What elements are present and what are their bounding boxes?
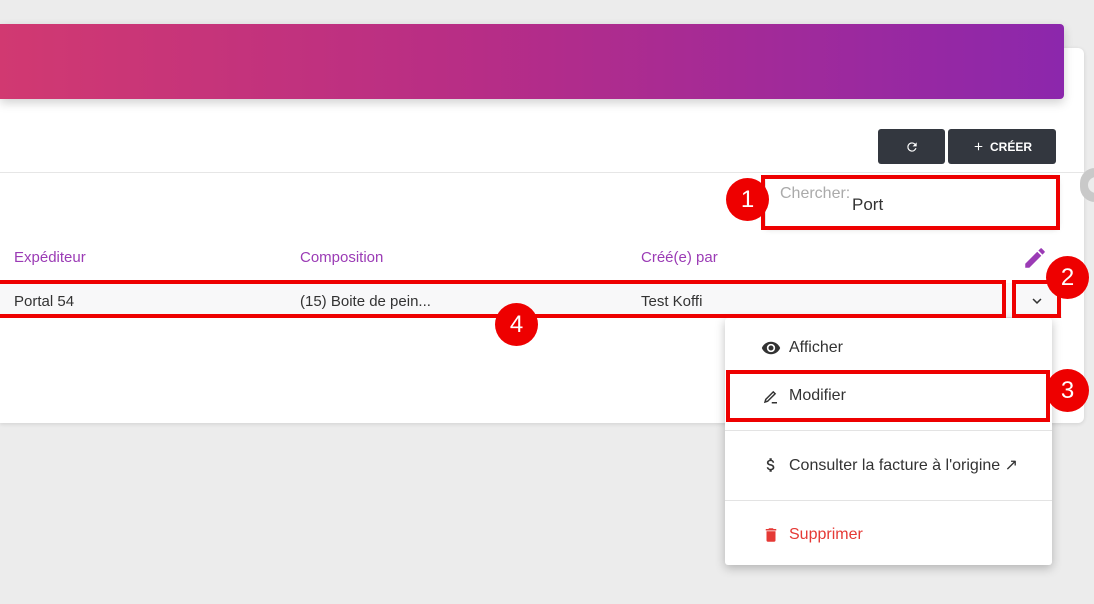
menu-item-modifier[interactable]: Modifier <box>725 372 1052 420</box>
search-label: Chercher: <box>780 185 851 202</box>
refresh-button[interactable] <box>878 129 945 164</box>
header-banner <box>0 24 1064 99</box>
dollar-icon <box>761 455 781 475</box>
column-header-composition[interactable]: Composition <box>300 249 383 266</box>
create-button-label: CRÉER <box>989 139 1032 154</box>
menu-item-label: Supprimer <box>789 526 863 543</box>
column-header-cree-par[interactable]: Créé(e) par <box>641 249 718 266</box>
row-expand-button[interactable] <box>1020 288 1054 314</box>
row-action-menu: Afficher Modifier Consulter la facture à… <box>725 318 1052 565</box>
plus-icon <box>974 142 983 151</box>
cell-cree-par: Test Koffi <box>641 293 703 310</box>
edit-pen-icon <box>761 386 781 406</box>
pencil-icon[interactable] <box>1022 245 1048 271</box>
toolbar-divider <box>0 172 1084 173</box>
cell-expediteur: Portal 54 <box>14 293 75 310</box>
menu-item-label: Afficher <box>789 339 843 356</box>
cell-composition: (15) Boite de pein... <box>300 293 431 310</box>
menu-item-label: Modifier <box>789 387 846 404</box>
trash-icon <box>761 525 781 545</box>
create-button[interactable]: CRÉER <box>948 129 1056 164</box>
menu-divider <box>725 430 1052 431</box>
menu-divider <box>725 500 1052 501</box>
menu-item-afficher[interactable]: Afficher <box>725 324 1052 372</box>
refresh-icon <box>906 141 917 152</box>
search-input[interactable] <box>852 193 1042 217</box>
table-row[interactable] <box>0 283 1062 318</box>
menu-item-supprimer[interactable]: Supprimer <box>725 511 1052 559</box>
menu-item-label: Consulter la facture à l'origine ↗ <box>789 457 1019 474</box>
eye-icon <box>761 338 781 358</box>
chevron-down-icon <box>1032 298 1042 304</box>
column-header-expediteur[interactable]: Expéditeur <box>14 249 86 266</box>
menu-item-consulter-facture[interactable]: Consulter la facture à l'origine ↗ <box>725 441 1052 489</box>
